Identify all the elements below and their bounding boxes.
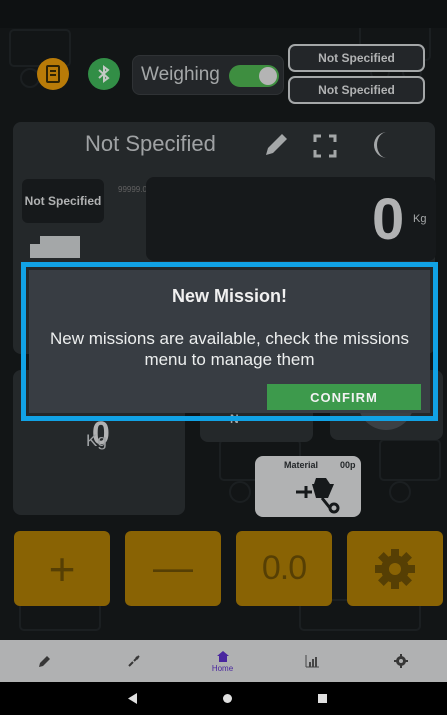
app-screen: Weighing Not Specified Not Specified Not…	[0, 0, 447, 715]
back-icon[interactable]	[128, 693, 138, 704]
recents-icon[interactable]	[318, 694, 327, 703]
new-mission-dialog: New Mission! New missions are available,…	[29, 270, 430, 413]
confirm-button[interactable]: CONFIRM	[267, 384, 421, 410]
system-navigation-bar	[0, 682, 447, 715]
home-circle-icon[interactable]	[223, 694, 232, 703]
dialog-message: New missions are available, check the mi…	[49, 329, 410, 369]
dialog-title: New Mission!	[171, 286, 287, 306]
